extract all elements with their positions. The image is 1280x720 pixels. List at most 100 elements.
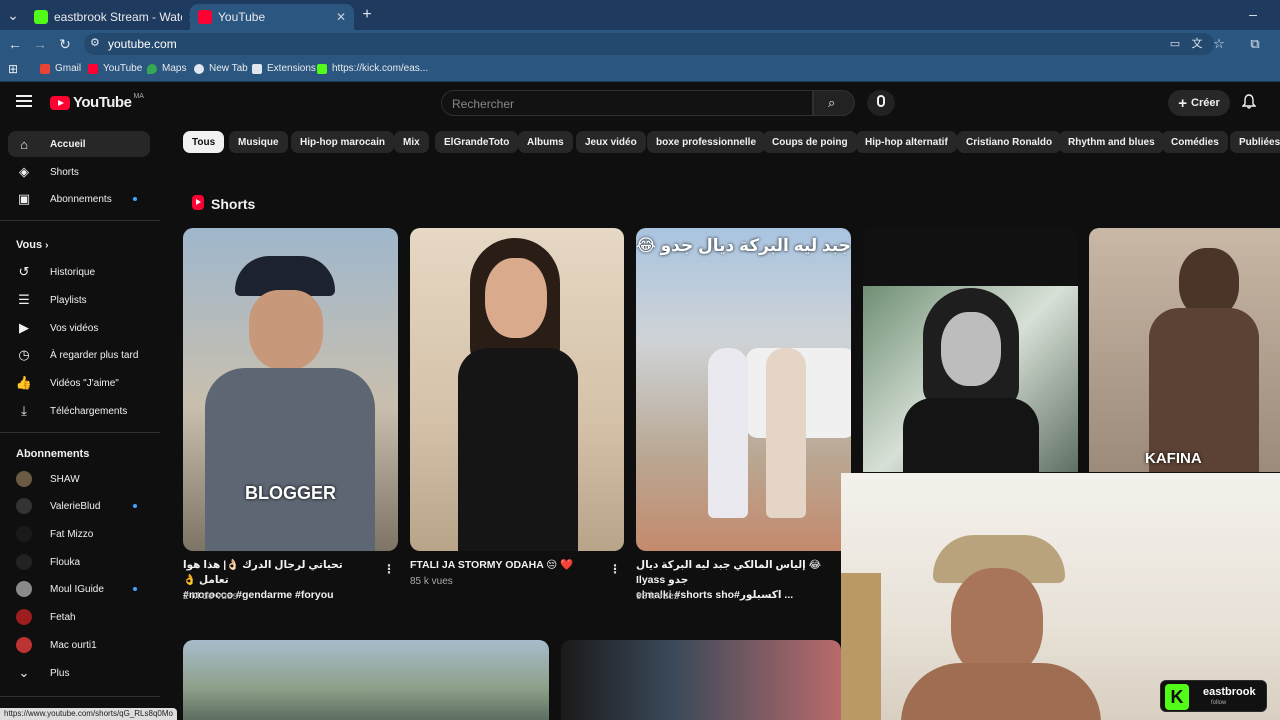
- sidebar-sub-channel[interactable]: Moul IGuide: [8, 576, 150, 602]
- install-icon[interactable]: ▭: [1166, 35, 1184, 53]
- site-info-icon[interactable]: ⚙: [90, 36, 100, 49]
- chip[interactable]: Hip-hop alternatif: [856, 131, 957, 153]
- chip[interactable]: ElGrandeToto: [435, 131, 519, 153]
- short-thumbnail[interactable]: KAFINA: [1089, 228, 1280, 472]
- sidebar-item-shorts[interactable]: ◈ Shorts: [8, 159, 150, 185]
- more-options-icon[interactable]: ⋮: [609, 562, 621, 576]
- chip[interactable]: Coups de poing: [763, 131, 857, 153]
- short-thumbnail[interactable]: [410, 228, 624, 551]
- chip[interactable]: Comédies: [1162, 131, 1228, 153]
- bookmark-extensions[interactable]: Extensions: [252, 63, 316, 74]
- channel-name: Fat Mizzo: [50, 528, 94, 540]
- omnibox[interactable]: ⚙ youtube.com: [84, 33, 1214, 55]
- channel-avatar: [16, 498, 32, 514]
- sidebar-sub-channel[interactable]: ValerieBlud: [8, 493, 150, 519]
- channel-name: Mac ourti1: [50, 639, 97, 651]
- chevron-down-icon: ⌄: [18, 665, 30, 680]
- bookmark-youtube[interactable]: YouTube: [88, 63, 142, 74]
- sidebar-item-label: Shorts: [50, 166, 79, 178]
- search-button[interactable]: ⌕: [813, 90, 855, 116]
- address-bar-row: ← → ↻ ⚙ youtube.com ▭ 文 ☆ ⧉: [0, 30, 1280, 58]
- chip[interactable]: Hip-hop marocain: [291, 131, 395, 153]
- bookmark-star-icon[interactable]: ☆: [1210, 35, 1228, 53]
- minimize-icon[interactable]: –: [1244, 5, 1262, 23]
- notifications-bell-icon[interactable]: [1241, 94, 1257, 109]
- sidebar-item-subscriptions[interactable]: ▣ Abonnements: [8, 186, 150, 212]
- chip[interactable]: Cristiano Ronaldo: [957, 131, 1062, 153]
- kick-logo-icon: K: [1165, 684, 1189, 710]
- sidebar-item-watch-later[interactable]: ◷ À regarder plus tard: [8, 342, 150, 368]
- short-views: 85 k vues: [410, 576, 453, 587]
- microphone-icon: [877, 95, 885, 107]
- new-content-dot: [133, 197, 137, 201]
- youtube-play-icon: [50, 95, 70, 110]
- curtain-shape: [841, 573, 881, 720]
- youtube-header: YouTube MA Rechercher ⌕ + Créer: [0, 84, 1280, 124]
- chip[interactable]: Publiées: [1230, 131, 1280, 153]
- sidebar-item-home[interactable]: ⌂ Accueil: [8, 131, 150, 157]
- tab-eastbrook[interactable]: eastbrook Stream - Watch Live ✕: [26, 4, 206, 30]
- create-button[interactable]: + Créer: [1168, 90, 1230, 116]
- bookmark-new-tab[interactable]: New Tab: [194, 63, 248, 74]
- video-thumbnail[interactable]: [561, 640, 841, 720]
- short-thumbnail[interactable]: BLOGGER: [183, 228, 398, 551]
- sidebar-sub-channel[interactable]: Fat Mizzo: [8, 521, 150, 547]
- chip[interactable]: boxe professionnelle: [647, 131, 766, 153]
- short-thumbnail[interactable]: جبد ليه البركة ديال جدو 😂: [636, 228, 851, 551]
- video-thumbnail[interactable]: [183, 640, 549, 720]
- thumbnail-overlay-text: جبد ليه البركة ديال جدو 😂: [636, 236, 851, 255]
- channel-name: Fetah: [50, 611, 76, 623]
- divider: [0, 220, 160, 221]
- short-title[interactable]: FTALI JA STORMY ODAHA 😔 ❤️: [410, 558, 600, 573]
- bookmark-gmail[interactable]: Gmail: [40, 63, 81, 74]
- divider: [0, 432, 160, 433]
- chip[interactable]: Musique: [229, 131, 288, 153]
- uniform-shape: [205, 368, 375, 551]
- voice-search-button[interactable]: [867, 90, 895, 116]
- back-icon[interactable]: ←: [6, 35, 24, 53]
- chevron-right-icon: ›: [45, 240, 49, 251]
- search-input[interactable]: Rechercher: [441, 90, 813, 116]
- face-shape: [941, 312, 1001, 386]
- more-options-icon[interactable]: ⋮: [383, 562, 395, 576]
- chip-all[interactable]: Tous: [183, 131, 225, 153]
- close-tab-icon[interactable]: ✕: [336, 10, 346, 24]
- sidebar-sub-channel[interactable]: Flouka: [8, 549, 150, 575]
- sidebar-item-history[interactable]: ↺ Historique: [8, 259, 150, 285]
- create-label: Créer: [1191, 97, 1220, 109]
- chip[interactable]: Rhythm and blues: [1059, 131, 1164, 153]
- sidebar-sub-channel[interactable]: SHAW: [8, 466, 150, 492]
- menu-icon[interactable]: [16, 95, 32, 107]
- sidebar-item-label: Vos vidéos: [50, 322, 99, 334]
- reload-icon[interactable]: ↻: [56, 35, 74, 53]
- stream-sub: follow: [1211, 700, 1227, 706]
- tab-search-icon[interactable]: ⌄: [4, 6, 22, 24]
- chip[interactable]: Albums: [518, 131, 573, 153]
- sidebar-sub-channel[interactable]: Mac ourti1: [8, 632, 150, 658]
- sidebar-item-liked-videos[interactable]: 👍 Vidéos "J'aime": [8, 370, 150, 396]
- stream-channel: eastbrook: [1203, 686, 1256, 698]
- extensions-icon[interactable]: ⧉: [1246, 35, 1264, 53]
- your-videos-icon: ▶: [19, 320, 29, 335]
- bookmark-kick[interactable]: https://kick.com/eas...: [317, 63, 428, 74]
- bookmark-maps[interactable]: Maps: [147, 63, 186, 74]
- forward-icon[interactable]: →: [31, 35, 49, 53]
- apps-grid-icon[interactable]: ⊞: [8, 62, 18, 76]
- plus-icon: +: [1178, 94, 1187, 112]
- sidebar-vous-heading[interactable]: Vous ›: [16, 239, 48, 251]
- new-tab-icon[interactable]: +: [358, 6, 376, 24]
- translate-icon[interactable]: 文: [1188, 35, 1206, 53]
- sidebar-more[interactable]: ⌄ Plus: [8, 660, 150, 686]
- sidebar-item-playlists[interactable]: ☰ Playlists: [8, 287, 150, 313]
- chip[interactable]: Jeux vidéo: [576, 131, 646, 153]
- sidebar-sub-channel[interactable]: Fetah: [8, 604, 150, 630]
- sidebar-item-downloads[interactable]: ⤓ Téléchargements: [8, 398, 150, 424]
- chip[interactable]: Mix: [394, 131, 429, 153]
- short-thumbnail[interactable]: [863, 228, 1078, 472]
- sidebar-item-your-videos[interactable]: ▶ Vos vidéos: [8, 315, 150, 341]
- bookmark-label: Extensions: [267, 63, 316, 74]
- globe-icon: [194, 63, 204, 74]
- youtube-logo[interactable]: YouTube MA: [50, 93, 144, 111]
- sidebar-item-label: Playlists: [50, 294, 87, 306]
- tab-youtube[interactable]: YouTube ✕: [190, 4, 354, 30]
